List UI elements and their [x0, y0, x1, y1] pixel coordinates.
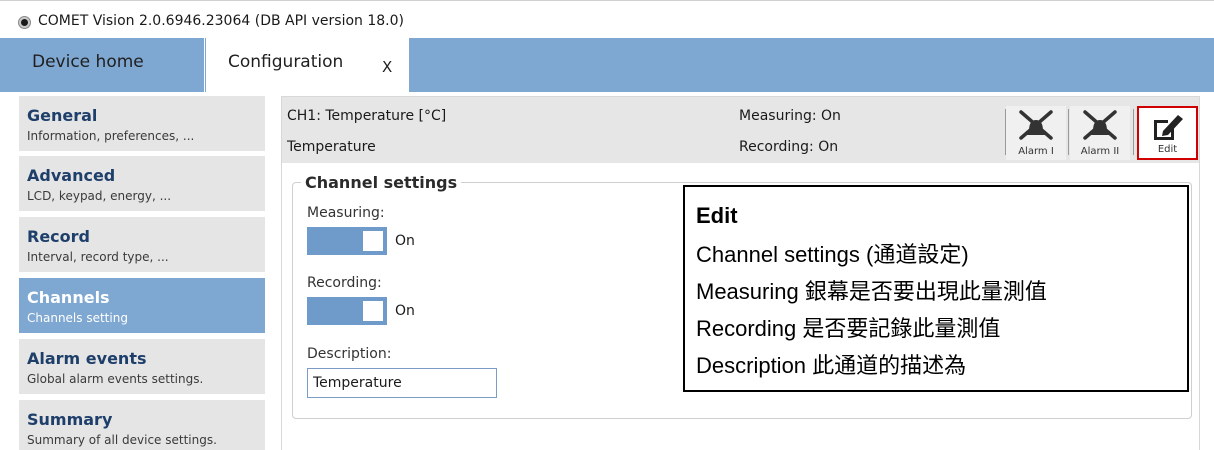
- tab-label: Configuration: [228, 52, 344, 72]
- edit-button[interactable]: Edit: [1137, 106, 1198, 160]
- measuring-state: On: [395, 233, 415, 249]
- callout-line: Channel settings (通道設定): [696, 242, 969, 267]
- alarm-siren-icon: [1083, 110, 1117, 140]
- recording-status: Recording: On: [739, 139, 839, 155]
- sidebar-item-subtitle: Interval, record type, ...: [27, 250, 169, 264]
- tab-configuration[interactable]: Configuration X: [206, 38, 409, 92]
- callout-line: Recording 是否要記錄此量測值: [696, 316, 1001, 341]
- tab-bar: Device home Configuration X: [0, 38, 1214, 92]
- sidebar-item-record[interactable]: Record Interval, record type, ...: [19, 217, 265, 272]
- sidebar-item-channels[interactable]: Channels Channels setting: [19, 278, 265, 333]
- sidebar-item-title: Record: [27, 227, 90, 246]
- tab-label: Device home: [32, 52, 144, 72]
- callout-title: Edit: [696, 203, 738, 228]
- title-bar: COMET Vision 2.0.6946.23064 (DB API vers…: [0, 0, 1214, 38]
- channel-name: CH1: Temperature [°C]: [287, 108, 447, 124]
- recording-label: Recording:: [307, 275, 382, 291]
- recording-toggle[interactable]: [307, 297, 387, 325]
- channel-description: Temperature: [287, 139, 376, 155]
- channel-settings-legend: Channel settings: [301, 173, 462, 192]
- toolbar-divider: [1068, 109, 1069, 155]
- measuring-status: Measuring: On: [739, 108, 841, 124]
- window-title: COMET Vision 2.0.6946.23064 (DB API vers…: [38, 13, 404, 29]
- sidebar-item-title: Advanced: [27, 166, 116, 185]
- alarm-2-label: Alarm II: [1080, 146, 1120, 157]
- sidebar-item-alarm-events[interactable]: Alarm events Global alarm events setting…: [19, 339, 265, 394]
- edit-label: Edit: [1157, 144, 1178, 155]
- alarm-siren-icon: [1019, 110, 1053, 140]
- sidebar-item-title: General: [27, 106, 98, 125]
- sidebar-item-title: Alarm events: [27, 349, 147, 368]
- measuring-toggle[interactable]: [307, 227, 387, 255]
- app-icon: [19, 17, 30, 28]
- toggle-knob: [363, 301, 383, 321]
- annotation-callout: Edit Channel settings (通道設定) Measuring 銀…: [683, 185, 1189, 392]
- sidebar-item-title: Summary: [27, 410, 113, 429]
- sidebar-item-advanced[interactable]: Advanced LCD, keypad, energy, ...: [19, 156, 265, 211]
- callout-line: Measuring 銀幕是否要出現此量測值: [696, 279, 1047, 304]
- toggle-knob: [363, 231, 383, 251]
- sidebar-item-title: Channels: [27, 288, 110, 307]
- alarm-1-label: Alarm I: [1018, 146, 1054, 157]
- sidebar-item-subtitle: Global alarm events settings.: [27, 372, 204, 386]
- sidebar-item-general[interactable]: General Information, preferences, ...: [19, 96, 265, 151]
- tab-device-home[interactable]: Device home: [12, 38, 205, 92]
- callout-line: Description 此通道的描述為: [696, 353, 967, 378]
- channel-header: CH1: Temperature [°C] Temperature Measur…: [282, 97, 1199, 163]
- alarm-1-button[interactable]: Alarm I: [1006, 106, 1066, 160]
- edit-icon: [1153, 115, 1183, 140]
- description-field[interactable]: [307, 368, 497, 398]
- measuring-label: Measuring:: [307, 205, 385, 221]
- sidebar-item-summary[interactable]: Summary Summary of all device settings.: [19, 400, 265, 450]
- description-label: Description:: [307, 346, 392, 362]
- sidebar-item-subtitle: Channels setting: [27, 311, 128, 325]
- sidebar-item-subtitle: Information, preferences, ...: [27, 129, 195, 143]
- toolbar-divider: [1133, 109, 1134, 155]
- sidebar-item-subtitle: Summary of all device settings.: [27, 433, 217, 447]
- recording-state: On: [395, 303, 415, 319]
- sidebar-item-subtitle: LCD, keypad, energy, ...: [27, 189, 172, 203]
- alarm-2-button[interactable]: Alarm II: [1070, 106, 1130, 160]
- close-tab-button[interactable]: X: [382, 58, 392, 76]
